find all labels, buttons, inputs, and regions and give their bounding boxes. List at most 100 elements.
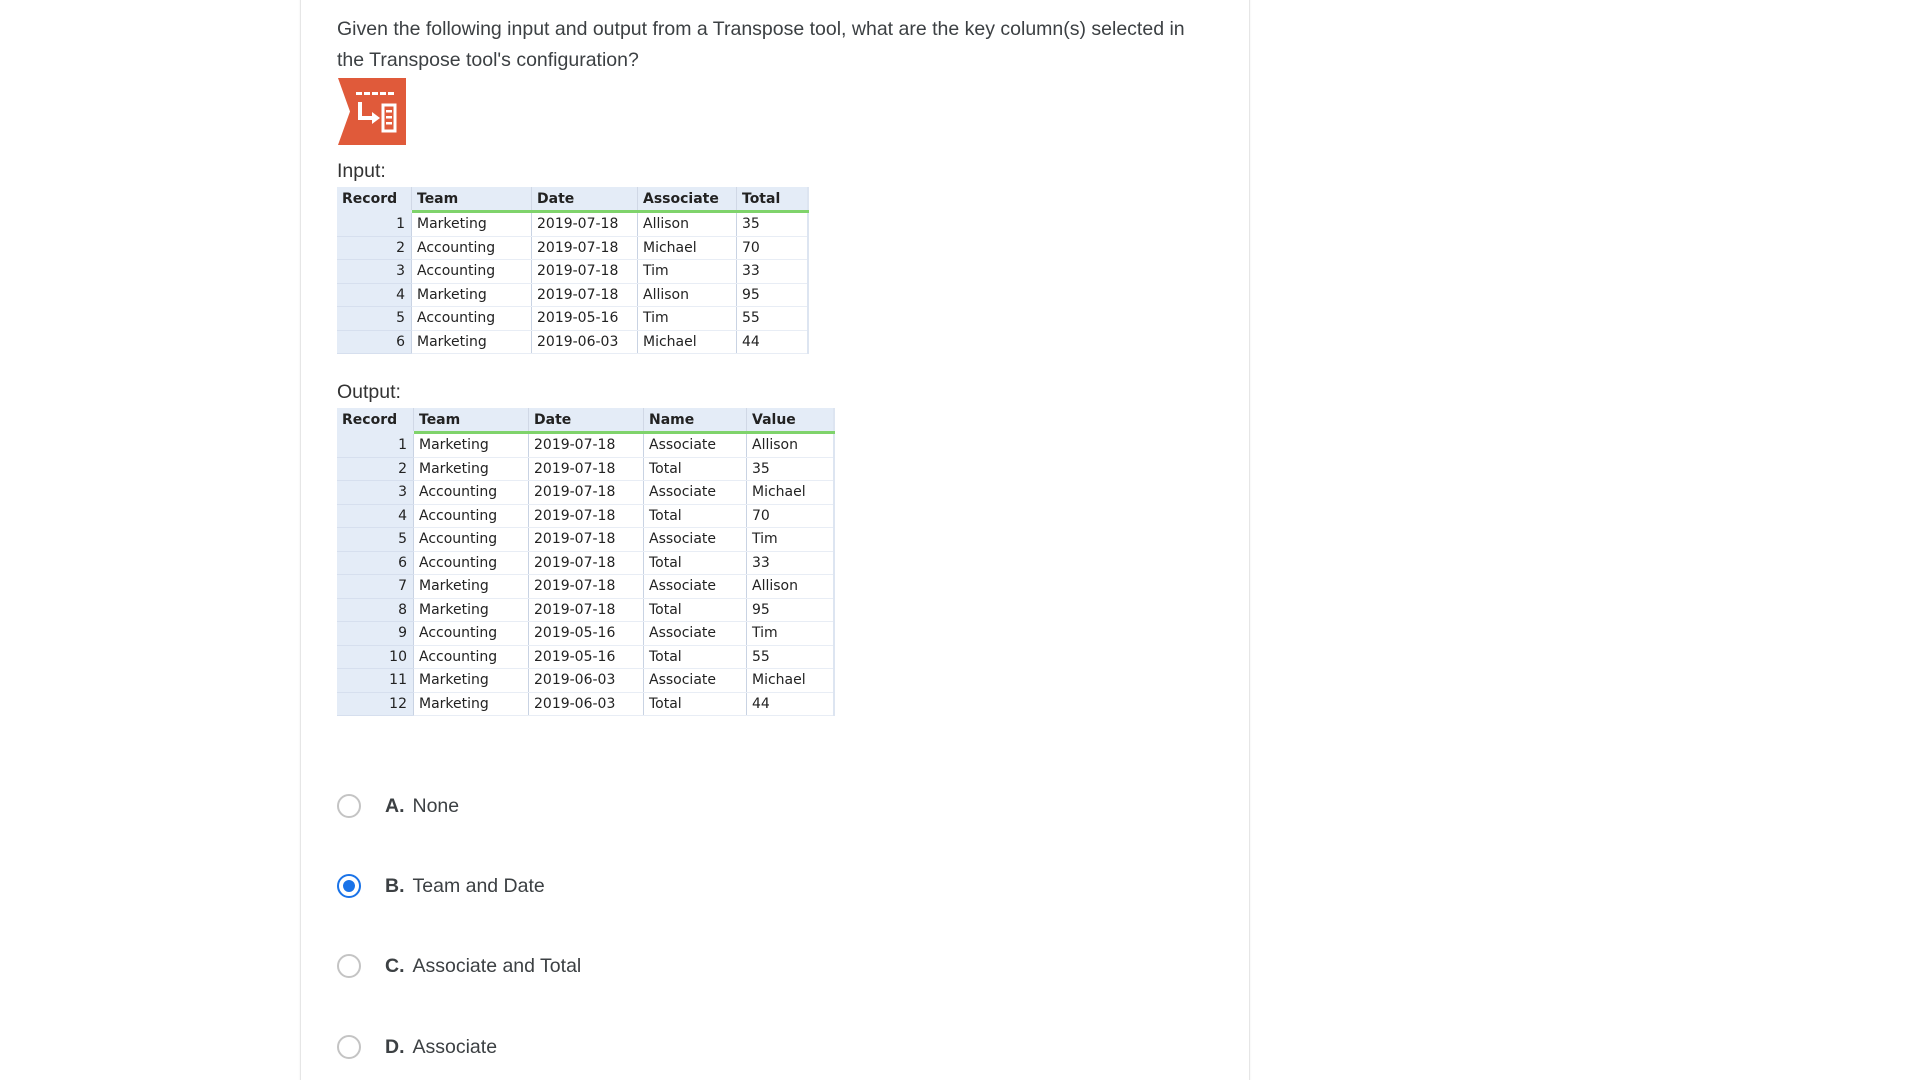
transpose-tool-icon xyxy=(338,78,406,145)
cell-team: Marketing xyxy=(411,211,532,237)
cell-date: 2019-07-18 xyxy=(528,504,644,528)
input-table: Record Team Date Associate Total 1 Market… xyxy=(337,187,809,354)
cell-team: Marketing xyxy=(411,283,532,307)
cell-team: Accounting xyxy=(411,259,532,284)
cell-value: 35 xyxy=(746,457,835,481)
cell-date: 2019-06-03 xyxy=(528,692,644,716)
cell-date: 2019-05-16 xyxy=(528,645,644,669)
cell-record: 5 xyxy=(337,527,414,552)
cell-value: Allison xyxy=(746,574,835,599)
cell-name: Associate xyxy=(643,621,747,646)
cell-record: 7 xyxy=(337,574,414,599)
cell-name: Total xyxy=(643,504,747,528)
option-b-label: B. Team and Date xyxy=(385,875,545,898)
cell-total: 70 xyxy=(736,236,809,260)
option-d[interactable]: D. Associate xyxy=(337,1027,937,1067)
option-c[interactable]: C. Associate and Total xyxy=(337,946,937,986)
cell-record: 8 xyxy=(337,598,414,622)
cell-date: 2019-05-16 xyxy=(531,306,638,331)
cell-date: 2019-07-18 xyxy=(528,457,644,481)
option-c-letter: C. xyxy=(385,954,405,977)
cell-record: 4 xyxy=(337,283,412,307)
option-b-letter: B. xyxy=(385,874,405,897)
cell-name: Associate xyxy=(643,432,747,458)
radio-button-b[interactable] xyxy=(337,874,361,898)
radio-button-a[interactable] xyxy=(337,794,361,818)
cell-team: Marketing xyxy=(413,668,529,693)
cell-value: 44 xyxy=(746,692,835,716)
output-table: Record Team Date Name Value 1 Marketing 20… xyxy=(337,408,835,716)
option-a-text: None xyxy=(412,794,460,817)
table-row: 4 Accounting 2019-07-18 Total 70 xyxy=(337,504,835,528)
option-b[interactable]: B. Team and Date xyxy=(337,866,937,906)
cell-record: 9 xyxy=(337,621,414,646)
input-col-associate: Associate xyxy=(637,187,737,213)
cell-total: 35 xyxy=(736,211,809,237)
table-row: 1 Marketing 2019-07-18 Allison 35 xyxy=(337,211,809,237)
cell-date: 2019-05-16 xyxy=(528,621,644,646)
cell-date: 2019-07-18 xyxy=(528,574,644,599)
option-a-letter: A. xyxy=(385,794,405,817)
cell-date: 2019-07-18 xyxy=(531,236,638,260)
option-b-text: Team and Date xyxy=(412,874,545,897)
output-header-row: Record Team Date Name Value xyxy=(337,408,835,434)
cell-name: Associate xyxy=(643,668,747,693)
cell-date: 2019-07-18 xyxy=(528,480,644,505)
input-col-record: Record xyxy=(337,187,412,213)
cell-team: Marketing xyxy=(413,432,529,458)
cell-name: Total xyxy=(643,692,747,716)
cell-value: 33 xyxy=(746,551,835,575)
cell-total: 44 xyxy=(736,330,809,354)
cell-team: Accounting xyxy=(413,621,529,646)
option-a[interactable]: A. None xyxy=(337,786,937,826)
cell-value: 70 xyxy=(746,504,835,528)
cell-record: 3 xyxy=(337,259,412,284)
cell-value: 95 xyxy=(746,598,835,622)
radio-button-d[interactable] xyxy=(337,1035,361,1059)
cell-record: 2 xyxy=(337,236,412,260)
cell-name: Total xyxy=(643,457,747,481)
cell-associate: Allison xyxy=(637,211,737,237)
cell-value: 55 xyxy=(746,645,835,669)
cell-team: Accounting xyxy=(411,236,532,260)
input-col-date: Date xyxy=(531,187,638,213)
question-text: Given the following input and output fro… xyxy=(337,18,1185,71)
output-col-team: Team xyxy=(413,408,529,434)
cell-team: Accounting xyxy=(413,480,529,505)
cell-record: 6 xyxy=(337,330,412,354)
cell-value: Allison xyxy=(746,432,835,458)
cell-record: 2 xyxy=(337,457,414,481)
cell-name: Total xyxy=(643,645,747,669)
table-row: 11 Marketing 2019-06-03 Associate Michael xyxy=(337,668,835,693)
cell-date: 2019-07-18 xyxy=(528,527,644,552)
option-d-letter: D. xyxy=(385,1035,405,1058)
cell-record: 1 xyxy=(337,211,412,237)
output-col-date: Date xyxy=(528,408,644,434)
cell-total: 55 xyxy=(736,306,809,331)
cell-record: 11 xyxy=(337,668,414,693)
cell-value: Michael xyxy=(746,480,835,505)
cell-associate: Tim xyxy=(637,259,737,284)
cell-date: 2019-07-18 xyxy=(528,432,644,458)
output-label: Output: xyxy=(337,381,401,403)
cell-team: Accounting xyxy=(411,306,532,331)
cell-date: 2019-07-18 xyxy=(528,551,644,575)
table-row: 1 Marketing 2019-07-18 Associate Allison xyxy=(337,432,835,458)
cell-record: 6 xyxy=(337,551,414,575)
table-row: 5 Accounting 2019-07-18 Associate Tim xyxy=(337,527,835,552)
cell-team: Marketing xyxy=(413,692,529,716)
table-row: 3 Accounting 2019-07-18 Tim 33 xyxy=(337,259,809,284)
cell-team: Accounting xyxy=(413,527,529,552)
option-c-text: Associate and Total xyxy=(412,954,582,977)
cell-associate: Michael xyxy=(637,330,737,354)
cell-team: Marketing xyxy=(413,598,529,622)
cell-associate: Michael xyxy=(637,236,737,260)
input-header-row: Record Team Date Associate Total xyxy=(337,187,809,213)
table-row: 10 Accounting 2019-05-16 Total 55 xyxy=(337,645,835,669)
table-row: 6 Marketing 2019-06-03 Michael 44 xyxy=(337,330,809,354)
cell-record: 1 xyxy=(337,432,414,458)
cell-total: 95 xyxy=(736,283,809,307)
radio-button-c[interactable] xyxy=(337,954,361,978)
table-row: 2 Marketing 2019-07-18 Total 35 xyxy=(337,457,835,481)
input-col-team: Team xyxy=(411,187,532,213)
